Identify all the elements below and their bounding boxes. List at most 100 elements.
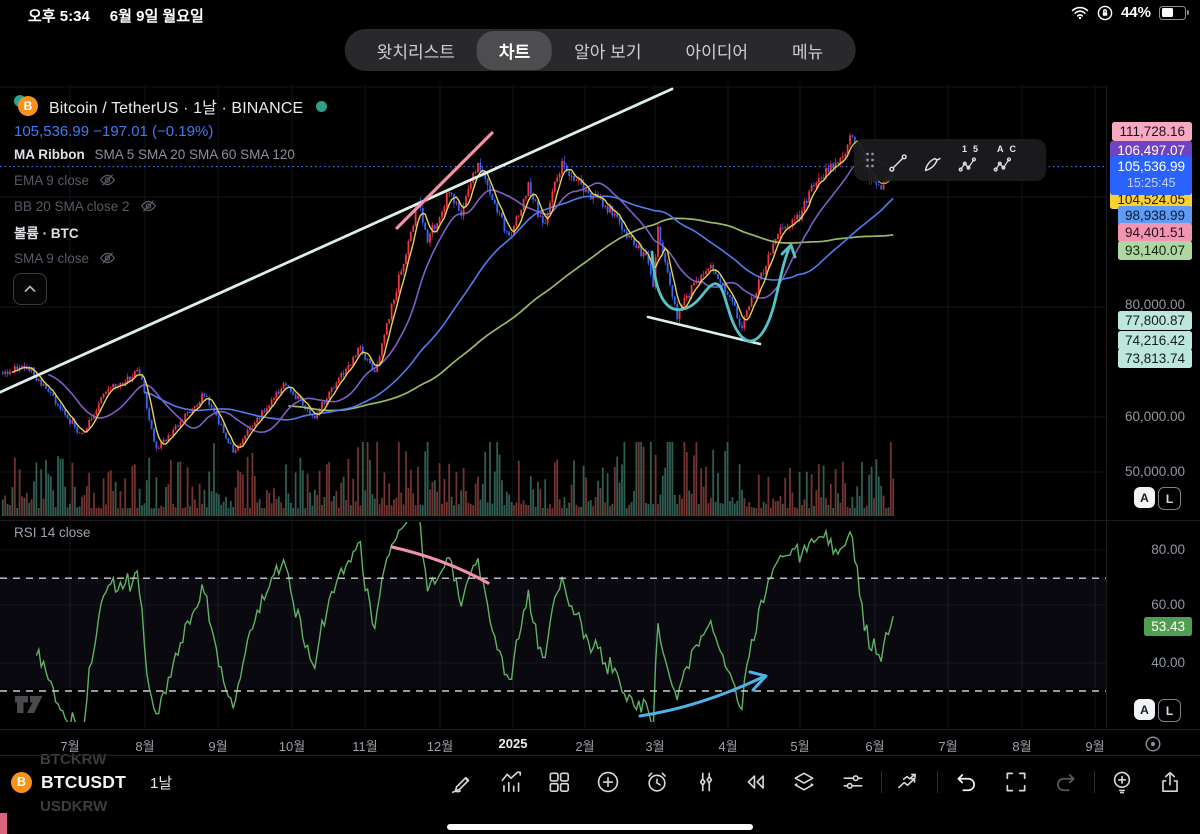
rsi-indicator-label[interactable]: RSI 14 close <box>14 525 91 540</box>
interval-selector[interactable]: 1날 <box>150 772 172 793</box>
fullscreen-icon <box>1003 769 1029 795</box>
time-axis-label: 2월 <box>575 736 594 755</box>
candle-pattern-button[interactable] <box>693 769 719 795</box>
time-axis-label: 3월 <box>645 736 664 755</box>
symbol-pair-icon: B <box>14 95 40 117</box>
price-tag[interactable]: 77,800.87 <box>1118 311 1192 330</box>
add-button[interactable] <box>595 769 621 795</box>
indicator-label: BB 20 SMA close 2 <box>14 199 130 214</box>
elliott-impulse-tool[interactable]: 15 <box>956 145 980 175</box>
current-price: 105,536.99 <box>1117 159 1185 174</box>
symbol-name[interactable]: BTCUSDT <box>41 772 126 793</box>
countdown-timer: 15:25:45 <box>1117 175 1185 192</box>
price-tag[interactable]: 94,401.51 <box>1118 223 1192 242</box>
drawings-zigzag-icon <box>895 769 921 795</box>
rewind-icon <box>742 769 768 795</box>
eye-off-icon[interactable] <box>140 199 157 213</box>
market-status-dot <box>316 101 327 112</box>
price-tag[interactable]: 111,728.16 <box>1112 122 1192 141</box>
share-button[interactable] <box>1157 769 1183 795</box>
redo-icon <box>1053 769 1079 795</box>
watchlist-row-below: USDKRW <box>40 798 107 815</box>
elliott-impulse-icon <box>956 153 980 175</box>
indicator-row-1[interactable]: BB 20 SMA close 2 <box>14 193 327 219</box>
correction-wave-label: AC <box>991 144 1015 154</box>
symbol-title[interactable]: Bitcoin / TetherUS · 1날 · BINANCE <box>49 94 303 118</box>
eye-off-icon[interactable] <box>99 251 116 265</box>
legend-collapse-button[interactable] <box>13 273 47 305</box>
time-axis-label: 4월 <box>718 736 737 755</box>
time-axis-label: 7월 <box>938 736 957 755</box>
lock-scale-button-main[interactable]: L <box>1158 487 1181 510</box>
current-price-tag: 105,536.99 15:25:45 <box>1110 156 1192 195</box>
share-icon <box>1157 769 1183 795</box>
toolbar-divider <box>937 771 938 793</box>
plus-circle-icon <box>595 769 621 795</box>
draw-button[interactable] <box>449 769 475 795</box>
time-axis-label: 8월 <box>1012 736 1031 755</box>
indicator-label: SMA 9 close <box>14 251 89 266</box>
sliders-icon <box>840 769 866 795</box>
alert-button[interactable] <box>644 769 670 795</box>
time-axis-label: 9월 <box>1085 736 1104 755</box>
toolbar-divider <box>1094 771 1095 793</box>
elliott-correction-tool[interactable]: AC <box>991 145 1015 175</box>
indicator-row-2[interactable]: 볼륨 · BTC <box>14 219 327 245</box>
eye-off-icon[interactable] <box>99 173 116 187</box>
time-axis-label: 8월 <box>135 736 154 755</box>
chevron-up-icon <box>22 281 38 297</box>
auto-scale-button-rsi[interactable]: A <box>1134 699 1155 720</box>
auto-scale-button-main[interactable]: A <box>1134 487 1155 508</box>
all-drawings-button[interactable] <box>895 769 921 795</box>
indicator-row-0[interactable]: EMA 9 close <box>14 167 327 193</box>
time-axis-label: 12월 <box>427 736 453 755</box>
publish-idea-button[interactable] <box>1109 769 1135 795</box>
fullscreen-button[interactable] <box>1003 769 1029 795</box>
btc-icon: B <box>11 772 32 793</box>
pencil-draw-icon <box>449 769 475 795</box>
undo-button[interactable] <box>953 769 979 795</box>
idea-bulb-plus-icon <box>1109 769 1135 795</box>
rsi-axis-tick: 60.00 <box>1144 596 1192 614</box>
alarm-clock-icon <box>644 769 670 795</box>
drag-handle-icon[interactable] <box>865 151 875 169</box>
indicators-chart-icon <box>498 769 524 795</box>
redo-button[interactable] <box>1053 769 1079 795</box>
indicator-label: 볼륨 · BTC <box>14 222 79 242</box>
indicators-button[interactable] <box>498 769 524 795</box>
active-symbol-row[interactable]: B BTCUSDT 1날 <box>0 766 172 798</box>
price-tag[interactable]: 74,216.42 <box>1118 331 1192 350</box>
layers-icon <box>791 769 817 795</box>
layout-grid-button[interactable] <box>546 769 572 795</box>
price-summary: 105,536.99 −197.01 (−0.19%) <box>14 123 327 143</box>
time-axis-label: 10월 <box>279 736 305 755</box>
lock-scale-button-rsi[interactable]: L <box>1158 699 1181 722</box>
floating-drawing-toolbar: 15 AC <box>854 139 1046 181</box>
rsi-axis-tick: 80.00 <box>1144 541 1192 559</box>
time-axis-label: 9월 <box>208 736 227 755</box>
chart-legend: B Bitcoin / TetherUS · 1날 · BINANCE 105,… <box>14 94 327 271</box>
replay-button[interactable] <box>742 769 768 795</box>
pen-draw-tool[interactable] <box>921 145 945 175</box>
impulse-wave-label: 15 <box>956 144 980 154</box>
indicator-row-ma-ribbon[interactable]: MA Ribbon SMA 5 SMA 20 SMA 60 SMA 120 <box>14 147 327 167</box>
chart-settings-button[interactable] <box>840 769 866 795</box>
rsi-axis-tick: 40.00 <box>1144 654 1192 672</box>
home-indicator[interactable] <box>447 824 753 830</box>
rsi-value-tag: 53.43 <box>1144 617 1192 636</box>
time-axis-label: 2025 <box>499 736 528 751</box>
indicator-row-3[interactable]: SMA 9 close <box>14 245 327 271</box>
background-list-accent <box>0 813 7 834</box>
objects-tree-button[interactable] <box>791 769 817 795</box>
time-axis-label: 7월 <box>60 736 79 755</box>
axis-settings-icon[interactable] <box>1146 737 1160 751</box>
elliott-correction-icon <box>991 153 1015 175</box>
price-tag[interactable]: 93,140.07 <box>1118 241 1192 260</box>
trend-line-tool[interactable] <box>886 145 910 175</box>
price-axis-tick: 50,000.00 <box>1118 463 1192 481</box>
time-axis-label: 11월 <box>352 736 377 755</box>
time-axis-label: 5월 <box>790 736 809 755</box>
price-tag[interactable]: 73,813.74 <box>1118 349 1192 368</box>
grid-icon <box>546 769 572 795</box>
time-axis-label: 6월 <box>865 736 884 755</box>
